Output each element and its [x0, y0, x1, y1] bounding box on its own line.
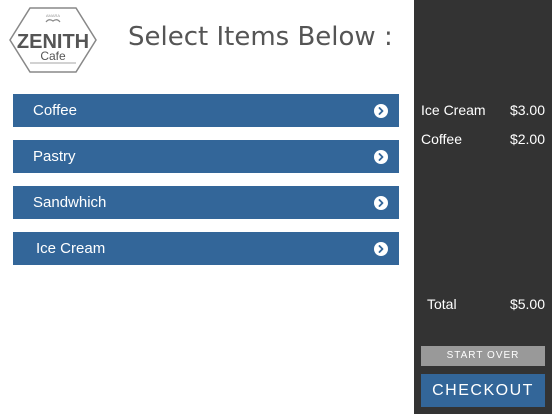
- menu-item-label: Coffee: [33, 102, 77, 119]
- menu-item-coffee[interactable]: Coffee: [13, 94, 399, 127]
- order-item-price: $3.00: [509, 102, 545, 118]
- chevron-right-icon: [374, 149, 388, 164]
- logo-subtitle: Cafe: [40, 49, 66, 63]
- logo-tagline: AMARA: [46, 13, 61, 18]
- order-item-price: $2.00: [509, 131, 545, 147]
- menu-item-label: Ice Cream: [36, 240, 106, 257]
- page-title: Select Items Below :: [128, 22, 393, 52]
- menu-item-label: Sandwhich: [33, 194, 107, 211]
- chevron-right-icon: [374, 103, 388, 118]
- total-value: $5.00: [509, 296, 545, 312]
- start-over-button[interactable]: START OVER: [421, 346, 545, 366]
- order-line-item: Ice Cream $3.00: [421, 102, 545, 120]
- total-label: Total: [427, 296, 457, 312]
- menu-item-sandwhich[interactable]: Sandwhich: [13, 186, 399, 219]
- main-panel: AMARA ZENITH Cafe Select Items Below : C…: [0, 0, 414, 414]
- menu-item-ice-cream[interactable]: Ice Cream: [13, 232, 399, 265]
- menu-item-label: Pastry: [33, 148, 76, 165]
- order-sidebar: Ice Cream $3.00 Coffee $2.00 Total $5.00…: [414, 0, 552, 414]
- order-item-name: Ice Cream: [421, 102, 486, 118]
- chevron-right-icon: [374, 241, 388, 256]
- order-line-item: Coffee $2.00: [421, 131, 545, 149]
- order-item-name: Coffee: [421, 131, 462, 147]
- checkout-button[interactable]: CHECKOUT: [421, 374, 545, 407]
- chevron-right-icon: [374, 195, 388, 210]
- menu-item-pastry[interactable]: Pastry: [13, 140, 399, 173]
- zenith-cafe-logo: AMARA ZENITH Cafe: [8, 6, 98, 74]
